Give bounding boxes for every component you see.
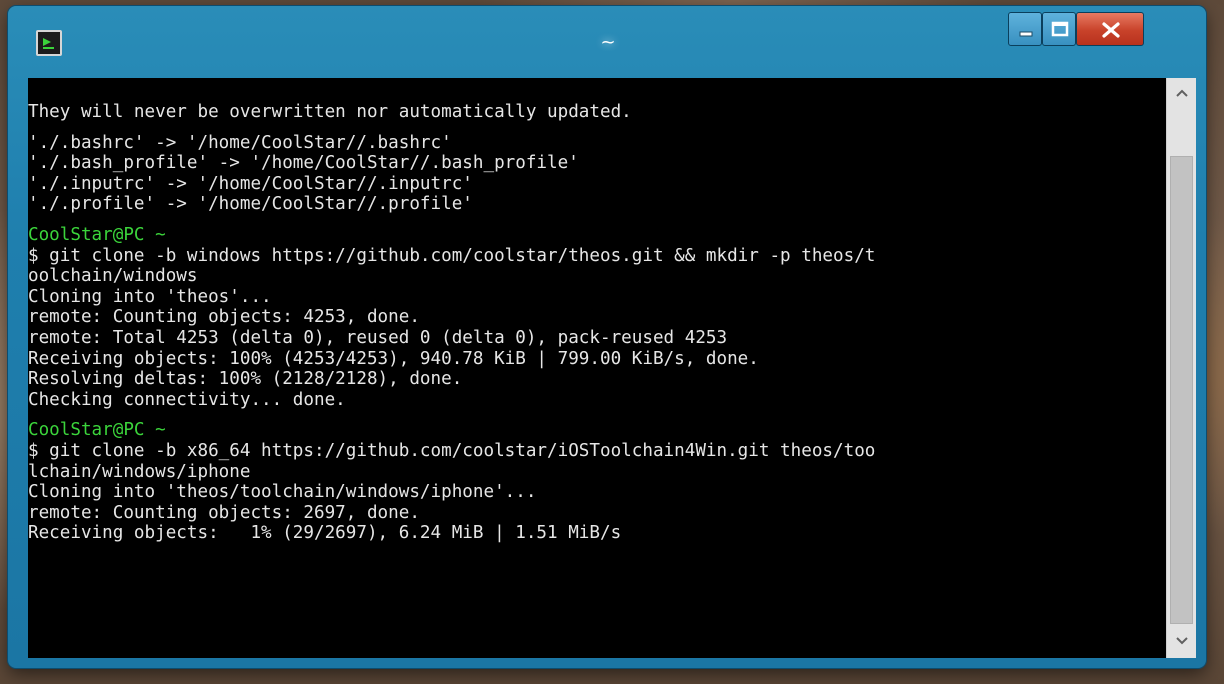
- chevron-up-icon: [1176, 89, 1188, 97]
- command-line: $ git clone -b x86_64 https://github.com…: [28, 440, 876, 461]
- terminal-line: './.bashrc' -> '/home/CoolStar//.bashrc': [28, 132, 452, 153]
- terminal-line: They will never be overwritten nor autom…: [28, 102, 632, 122]
- maximize-icon: [1051, 21, 1069, 37]
- terminal-line: remote: Counting objects: 4253, done.: [28, 307, 420, 328]
- minimize-button[interactable]: [1008, 12, 1042, 46]
- window-title: ~: [600, 32, 616, 53]
- close-button[interactable]: [1076, 12, 1144, 46]
- terminal-line: Resolving deltas: 100% (2128/2128), done…: [28, 369, 463, 390]
- command-line: $ git clone -b windows https://github.co…: [28, 245, 876, 266]
- minimize-icon: [1019, 31, 1033, 37]
- terminal-line: remote: Total 4253 (delta 0), reused 0 (…: [28, 327, 728, 348]
- terminal-line: Cloning into 'theos'...: [28, 286, 272, 307]
- scroll-thumb[interactable]: [1170, 156, 1193, 624]
- close-icon: [1102, 22, 1120, 38]
- terminal-line: Receiving objects: 1% (29/2697), 6.24 Mi…: [28, 523, 622, 544]
- title-bar[interactable]: ~: [8, 6, 1206, 78]
- terminal-output[interactable]: They will never be overwritten nor autom…: [28, 78, 1166, 658]
- vertical-scrollbar[interactable]: [1166, 78, 1196, 658]
- terminal-app-icon[interactable]: [36, 30, 62, 56]
- maximize-button[interactable]: [1042, 12, 1076, 46]
- prompt-line: CoolStar@PC ~: [28, 224, 166, 245]
- terminal-line: Checking connectivity... done.: [28, 389, 346, 410]
- terminal-line: oolchain/windows: [28, 266, 198, 287]
- prompt-line: CoolStar@PC ~: [28, 420, 166, 441]
- terminal-line: Cloning into 'theos/toolchain/windows/ip…: [28, 482, 537, 503]
- chevron-down-icon: [1176, 637, 1188, 645]
- terminal-line: './.inputrc' -> '/home/CoolStar//.inputr…: [28, 173, 473, 194]
- terminal-line: remote: Counting objects: 2697, done.: [28, 502, 420, 523]
- terminal-line: './.bash_profile' -> '/home/CoolStar//.b…: [28, 153, 579, 174]
- scroll-up-button[interactable]: [1167, 78, 1196, 110]
- terminal-line: lchain/windows/iphone: [28, 461, 251, 482]
- terminal-window: ~ They will never be overwritten nor aut…: [8, 6, 1206, 668]
- scroll-down-button[interactable]: [1167, 626, 1196, 658]
- terminal-line: Receiving objects: 100% (4253/4253), 940…: [28, 348, 759, 369]
- terminal-line: './.profile' -> '/home/CoolStar//.profil…: [28, 194, 473, 215]
